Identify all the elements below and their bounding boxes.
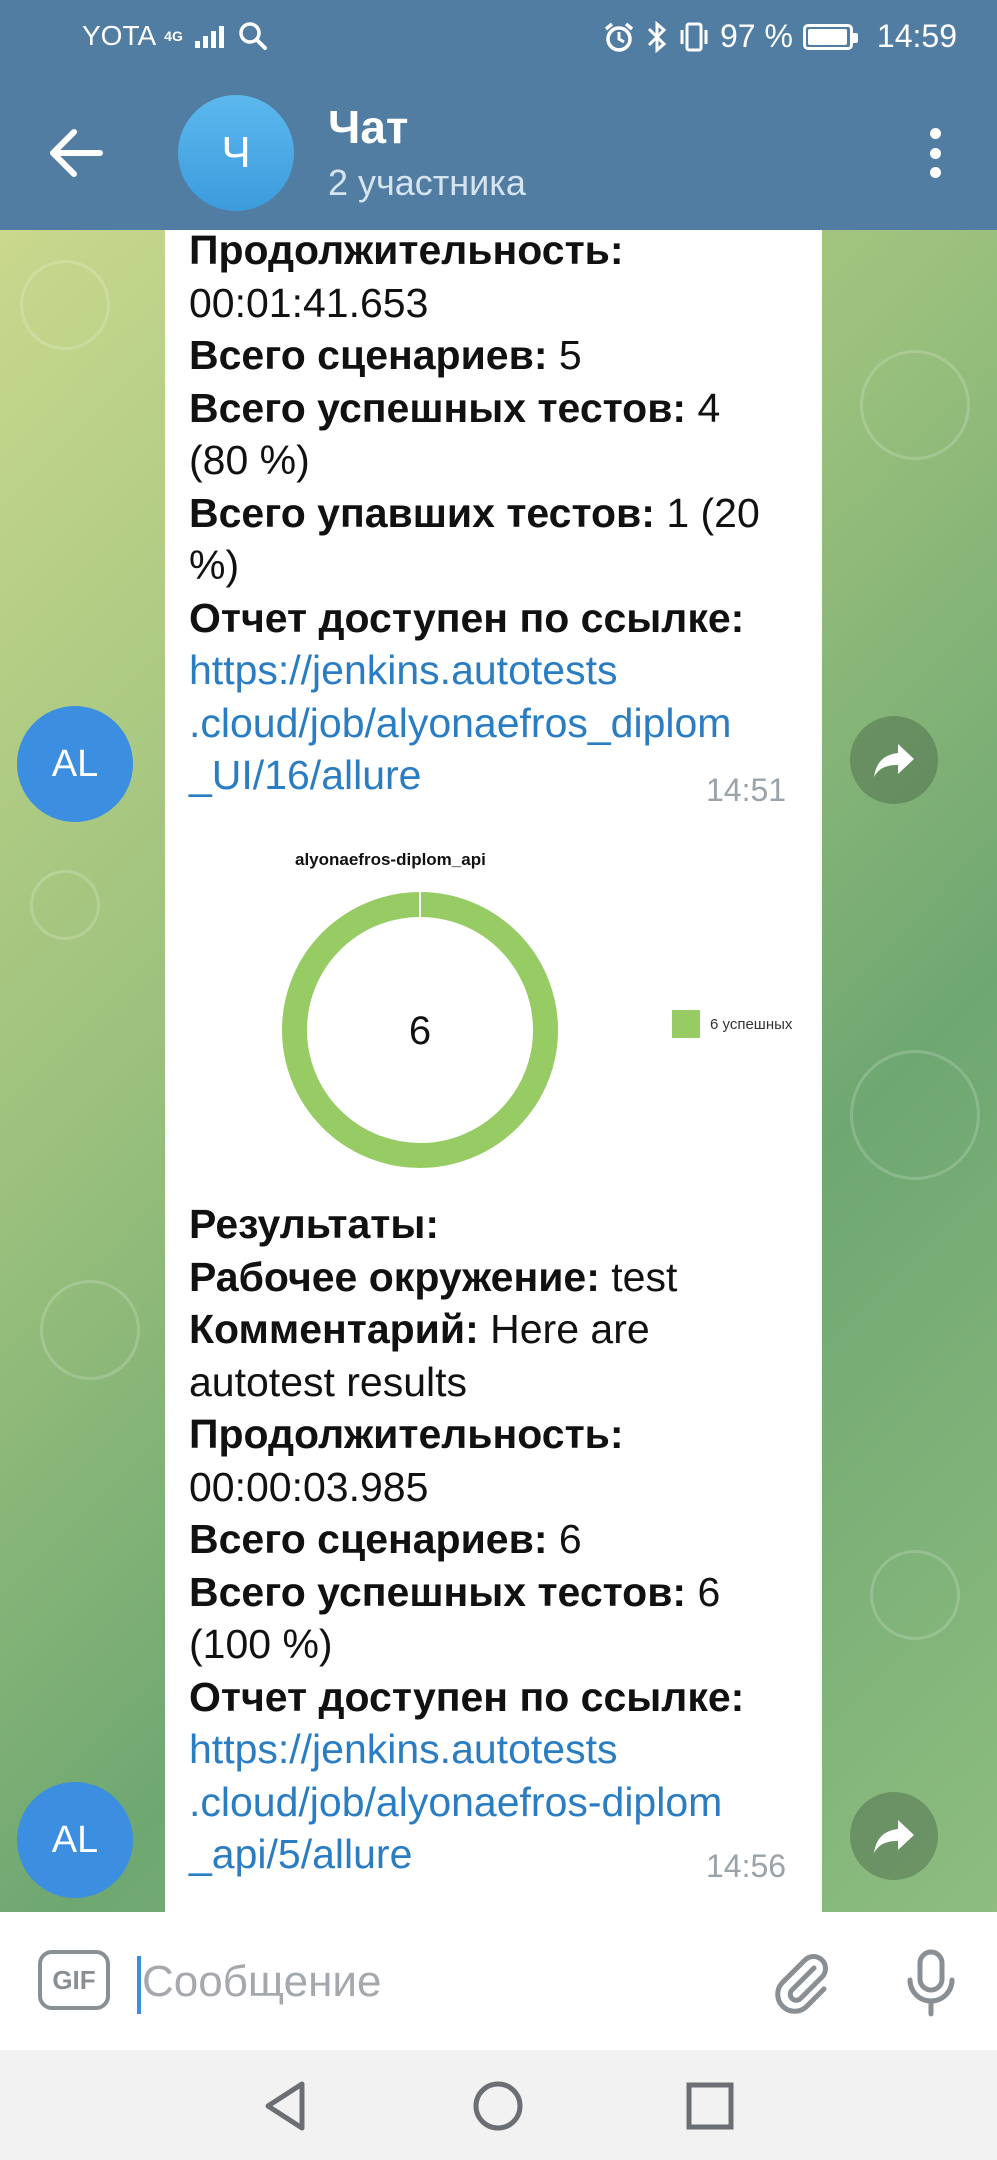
more-menu-icon[interactable] bbox=[925, 128, 945, 178]
message-line: Всего успешных тестов: 6 bbox=[189, 1568, 721, 1615]
nav-home-icon[interactable] bbox=[470, 2078, 526, 2134]
signal-icon bbox=[194, 24, 224, 48]
battery-icon bbox=[802, 23, 858, 50]
back-arrow-icon[interactable] bbox=[40, 118, 110, 188]
message-line: 00:01:41.653 bbox=[189, 279, 429, 326]
report-link-line[interactable]: .cloud/job/alyonaefros-diplom bbox=[189, 1776, 809, 1829]
message-text: Результаты: Рабочее окружение: test Комм… bbox=[189, 1198, 809, 1881]
report-link-line[interactable]: https://jenkins.autotests bbox=[189, 1723, 809, 1776]
message-line: %) bbox=[189, 542, 240, 588]
message-time: 14:51 bbox=[706, 772, 787, 808]
chart-legend: 6 успешных bbox=[672, 1010, 792, 1038]
message-line: Всего сценариев: 6 bbox=[189, 1516, 582, 1562]
report-link-line[interactable]: https://jenkins.autotests bbox=[189, 644, 809, 697]
wallpaper-doodle bbox=[40, 1280, 140, 1380]
message-line: autotest results bbox=[189, 1358, 468, 1405]
battery-percent: 97 % bbox=[719, 18, 793, 54]
bluetooth-icon bbox=[647, 20, 667, 53]
message-input[interactable] bbox=[142, 1950, 742, 2014]
text-caret bbox=[137, 1956, 141, 2014]
search-icon bbox=[239, 22, 267, 50]
message-line: Отчет доступен по ссылке: bbox=[189, 1673, 745, 1720]
sender-avatar[interactable]: AL bbox=[17, 1782, 133, 1898]
forward-button[interactable] bbox=[850, 716, 938, 804]
vibrate-icon bbox=[680, 22, 708, 51]
chat-avatar[interactable]: Ч bbox=[178, 95, 294, 211]
report-link-line[interactable]: .cloud/job/alyonaefros_diplom bbox=[189, 697, 809, 750]
message-time: 14:56 bbox=[706, 1848, 787, 1884]
forward-icon bbox=[874, 1820, 914, 1853]
donut-chart: 6 bbox=[282, 891, 558, 1168]
chat-subtitle: 2 участника bbox=[328, 162, 526, 203]
message-line: Всего упавших тестов: 1 (20 bbox=[189, 489, 760, 536]
message-composer: GIF bbox=[0, 1912, 997, 2050]
message-line: 00:00:03.985 bbox=[189, 1463, 429, 1510]
chat-messages[interactable]: Продолжительность: 00:01:41.653 Всего сц… bbox=[0, 230, 997, 1912]
message-line: Продолжительность: bbox=[189, 230, 624, 273]
forward-icon bbox=[874, 744, 914, 777]
message-line: Рабочее окружение: test bbox=[189, 1253, 678, 1300]
wallpaper-doodle bbox=[20, 260, 110, 350]
wallpaper-doodle bbox=[860, 350, 970, 460]
status-bar: YOTA 4G 97 % 14:59 bbox=[0, 0, 997, 78]
gif-button[interactable]: GIF bbox=[38, 1950, 110, 2010]
message-line: Всего сценариев: 5 bbox=[189, 332, 582, 378]
message-line: Результаты: bbox=[189, 1201, 440, 1247]
network-type: 4G bbox=[164, 28, 183, 44]
message-line: Отчет доступен по ссылке: bbox=[189, 594, 745, 641]
alarm-icon bbox=[604, 22, 634, 52]
chat-title[interactable]: Чат bbox=[328, 100, 408, 154]
message-text: Продолжительность: 00:01:41.653 Всего сц… bbox=[189, 230, 809, 802]
nav-back-icon[interactable] bbox=[258, 2078, 314, 2134]
message-line: (100 %) bbox=[189, 1621, 333, 1667]
carrier-label: YOTA bbox=[82, 20, 157, 51]
wallpaper-doodle bbox=[870, 1550, 960, 1640]
legend-swatch bbox=[672, 1010, 700, 1038]
sender-avatar[interactable]: AL bbox=[17, 706, 133, 822]
legend-label: 6 успешных bbox=[710, 1015, 793, 1033]
wallpaper-doodle bbox=[30, 870, 100, 940]
donut-center-label: 6 bbox=[409, 1009, 431, 1053]
forward-button[interactable] bbox=[850, 1792, 938, 1880]
system-navigation-bar bbox=[0, 2050, 997, 2160]
message-line: Всего успешных тестов: 4 bbox=[189, 384, 721, 431]
clock: 14:59 bbox=[876, 18, 957, 54]
microphone-icon[interactable] bbox=[898, 1948, 964, 2020]
paperclip-icon[interactable] bbox=[768, 1948, 834, 2014]
message-line: Продолжительность: bbox=[189, 1411, 624, 1457]
nav-recents-icon[interactable] bbox=[682, 2078, 738, 2134]
message-line: Комментарий: Here are bbox=[189, 1306, 650, 1352]
wallpaper-doodle bbox=[850, 1050, 980, 1180]
chart-title: alyonaefros-diplom_api bbox=[295, 850, 486, 869]
app-header: YOTA 4G 97 % 14:59 Ч Чат 2 участника bbox=[0, 0, 997, 230]
message-line: (80 %) bbox=[189, 437, 310, 483]
